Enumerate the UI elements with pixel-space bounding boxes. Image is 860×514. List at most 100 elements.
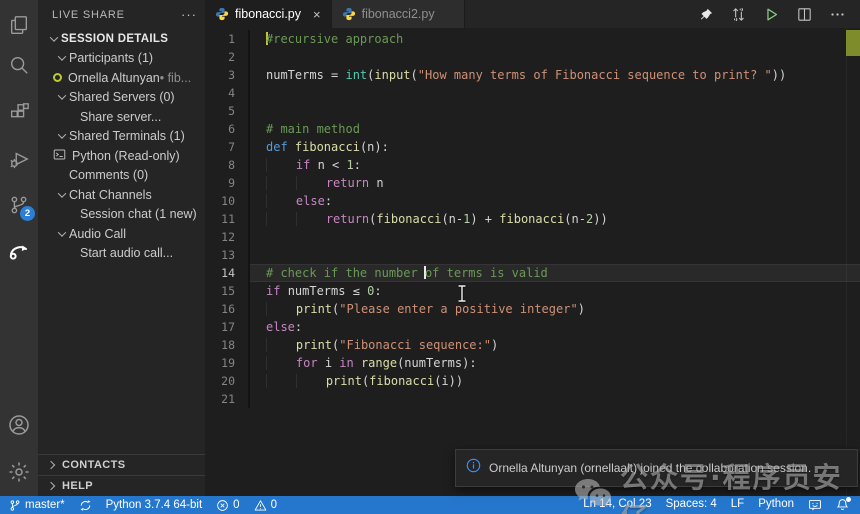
close-icon[interactable]: × bbox=[313, 7, 321, 22]
code-line-4: 4 bbox=[205, 84, 860, 102]
sidebar-item-session-chat-1-new[interactable]: Session chat (1 new) bbox=[38, 205, 205, 225]
sidebar-section-contacts[interactable]: CONTACTS bbox=[38, 454, 205, 475]
sidebar-item-chat-channels[interactable]: Chat Channels bbox=[38, 185, 205, 205]
line-content bbox=[250, 84, 860, 102]
code-line-19: 19 for i in range(numTerms): bbox=[205, 354, 860, 372]
code-editor[interactable]: 1#recursive approach23numTerms = int(inp… bbox=[205, 28, 860, 496]
feedback-icon bbox=[808, 498, 822, 512]
split-editor-icon[interactable] bbox=[796, 6, 813, 23]
line-content: print(fibonacci(i)) bbox=[250, 372, 860, 390]
line-content: # check if the number of terms is valid bbox=[250, 264, 860, 282]
code-token: (numTerms): bbox=[397, 356, 476, 370]
line-number: 15 bbox=[205, 282, 250, 300]
chevron-down-icon bbox=[54, 94, 69, 100]
sidebar-item-participants-1[interactable]: Participants (1) bbox=[38, 49, 205, 69]
sidebar-item-ornella-altunyan[interactable]: Ornella Altunyan • fib... bbox=[38, 68, 205, 88]
code-line-16: 16 print("Please enter a positive intege… bbox=[205, 300, 860, 318]
line-number: 11 bbox=[205, 210, 250, 228]
status-warning[interactable]: 0 bbox=[247, 499, 284, 512]
code-lines: 1#recursive approach23numTerms = int(inp… bbox=[205, 30, 860, 408]
sidebar-item-session-details[interactable]: SESSION DETAILS bbox=[38, 29, 205, 49]
status-error[interactable]: 0 bbox=[209, 499, 246, 512]
code-token: print bbox=[326, 374, 362, 388]
code-token: # check if the number bbox=[266, 266, 425, 280]
sidebar-bottom-sections: CONTACTSHELP bbox=[38, 454, 205, 496]
line-content: if n < 1: bbox=[250, 156, 860, 174]
participant-status-icon bbox=[53, 73, 62, 82]
code-token bbox=[266, 212, 296, 226]
sidebar-section-help[interactable]: HELP bbox=[38, 475, 205, 496]
line-number: 19 bbox=[205, 354, 250, 372]
code-line-11: 11 return(fibonacci(n-1) + fibonacci(n-2… bbox=[205, 210, 860, 228]
status-sync[interactable] bbox=[72, 499, 99, 512]
line-content: def fibonacci(n): bbox=[250, 138, 860, 156]
sidebar-item-label: SESSION DETAILS bbox=[61, 33, 168, 45]
chevron-down-icon bbox=[54, 231, 69, 237]
activity-live-share-icon[interactable] bbox=[0, 234, 38, 268]
sidebar-item-audio-call[interactable]: Audio Call bbox=[38, 224, 205, 244]
run-file-icon[interactable] bbox=[763, 6, 780, 23]
source-control-badge: 2 bbox=[20, 206, 35, 221]
activity-extensions-icon[interactable] bbox=[0, 96, 38, 130]
line-number: 14 bbox=[205, 264, 250, 282]
pin-icon[interactable] bbox=[699, 7, 714, 22]
line-content: return(fibonacci(n-1) + fibonacci(n-2)) bbox=[250, 210, 860, 228]
line-content: print("Please enter a positive integer") bbox=[250, 300, 860, 318]
code-token: )) bbox=[593, 212, 607, 226]
code-token: fibonacci bbox=[295, 140, 360, 154]
sidebar-item-comments-0[interactable]: Comments (0) bbox=[38, 166, 205, 186]
code-token bbox=[266, 356, 296, 370]
more-actions-icon[interactable] bbox=[829, 6, 846, 23]
status-python-3-7-4-64-bit[interactable]: Python 3.7.4 64-bit bbox=[99, 499, 210, 511]
status-spaces-4[interactable]: Spaces: 4 bbox=[659, 498, 724, 510]
code-token bbox=[266, 176, 296, 190]
notification-toast[interactable]: Ornella Altunyan (ornellaalt) joined the… bbox=[455, 449, 858, 487]
participant-overview-marker bbox=[846, 30, 860, 56]
code-line-14: 14# check if the number of terms is vali… bbox=[205, 264, 860, 282]
activity-search-icon[interactable] bbox=[0, 48, 38, 82]
chevron-right-icon bbox=[47, 482, 55, 490]
status-label: Spaces: 4 bbox=[666, 498, 717, 510]
tab-fibonacci2-py[interactable]: fibonacci2.py× bbox=[332, 0, 466, 28]
activity-settings-gear-icon[interactable] bbox=[0, 455, 38, 489]
sidebar-item-share-server[interactable]: Share server... bbox=[38, 107, 205, 127]
activity-bar: 2 bbox=[0, 0, 38, 496]
status-python[interactable]: Python bbox=[751, 498, 801, 510]
python-file-icon bbox=[342, 7, 356, 21]
status-ln-14-col-23[interactable]: Ln 14, Col 23 bbox=[576, 498, 658, 510]
sidebar-more-actions-icon[interactable]: ··· bbox=[181, 7, 197, 22]
code-token: i bbox=[325, 356, 339, 370]
sidebar-item-shared-servers-0[interactable]: Shared Servers (0) bbox=[38, 88, 205, 108]
sidebar-title: LIVE SHARE bbox=[52, 9, 125, 21]
code-line-6: 6# main method bbox=[205, 120, 860, 138]
notification-dot bbox=[846, 497, 851, 502]
line-content: return n bbox=[250, 174, 860, 192]
status-bar: master*Python 3.7.4 64-bit00 Ln 14, Col … bbox=[0, 496, 860, 514]
line-number: 8 bbox=[205, 156, 250, 174]
line-number: 17 bbox=[205, 318, 250, 336]
activity-run-debug-icon[interactable] bbox=[0, 142, 38, 176]
git-branch-icon bbox=[9, 499, 21, 512]
status-git-branch[interactable]: master* bbox=[2, 499, 72, 512]
code-token: return bbox=[326, 212, 369, 226]
open-changes-icon[interactable] bbox=[730, 6, 747, 23]
activity-source-control-icon[interactable]: 2 bbox=[0, 188, 38, 222]
sidebar-item-label: Shared Terminals (1) bbox=[69, 129, 185, 143]
code-token: print bbox=[296, 302, 332, 316]
code-token: fibonacci bbox=[376, 212, 441, 226]
activity-explorer-icon[interactable] bbox=[0, 8, 38, 42]
status-lf[interactable]: LF bbox=[724, 498, 751, 510]
line-number: 12 bbox=[205, 228, 250, 246]
sidebar-item-python-read-only[interactable]: Python (Read-only) bbox=[38, 146, 205, 166]
activity-account-icon[interactable] bbox=[0, 408, 38, 442]
sidebar-item-shared-terminals-1[interactable]: Shared Terminals (1) bbox=[38, 127, 205, 147]
code-token: in bbox=[339, 356, 361, 370]
line-number: 3 bbox=[205, 66, 250, 84]
code-token: (n- bbox=[564, 212, 586, 226]
line-content: #recursive approach bbox=[250, 30, 860, 48]
status-feedback[interactable] bbox=[801, 498, 829, 512]
sidebar-item-start-audio-call[interactable]: Start audio call... bbox=[38, 244, 205, 264]
line-content bbox=[250, 246, 860, 264]
tab-fibonacci-py[interactable]: fibonacci.py× bbox=[205, 0, 332, 28]
status-bell[interactable] bbox=[829, 498, 856, 511]
